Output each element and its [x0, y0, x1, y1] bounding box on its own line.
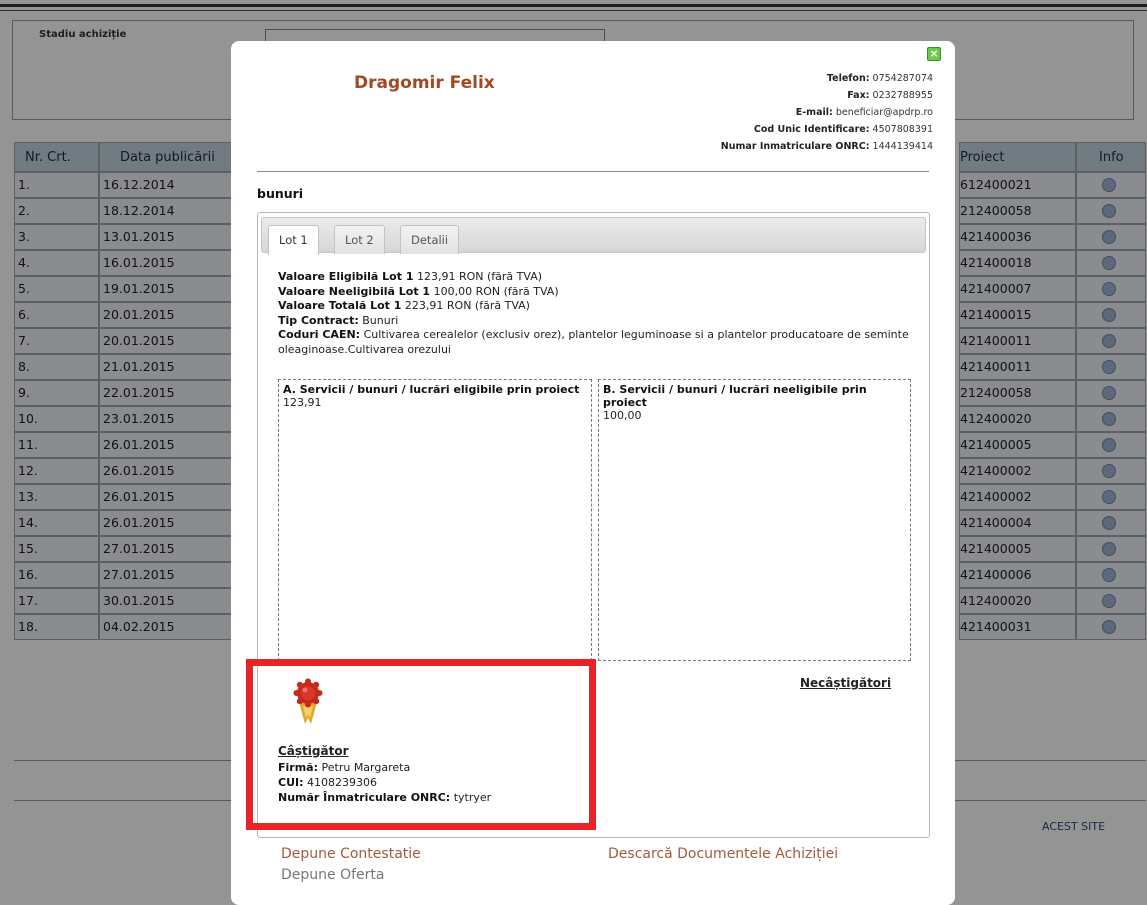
caen-label: Coduri CAEN:	[278, 328, 361, 342]
losers-link[interactable]: Necâștigători	[800, 676, 891, 690]
separator	[257, 171, 929, 172]
tab-detalii[interactable]: Detalii	[400, 225, 460, 254]
cui-label: Cod Unic Identificare:	[753, 124, 870, 135]
tab-bar: Lot 1 Lot 2 Detalii	[261, 217, 926, 255]
total-label: Valoare Totală Lot 1	[278, 299, 402, 313]
eligible-label: Valoare Eligibilă Lot 1	[278, 270, 414, 283]
onrc-label: Numar Inmatriculare ONRC:	[720, 141, 870, 152]
section-title: bunuri	[257, 186, 304, 201]
contest-link[interactable]: Depune Contestatie	[281, 846, 421, 862]
eligible-items-box: A. Servicii / bunuri / lucrări eligibile…	[278, 379, 592, 661]
fax-value: 0232788955	[872, 90, 933, 101]
neeligible-box-value: 100,00	[603, 409, 642, 422]
contract-label: Tip Contract:	[278, 313, 359, 327]
tab-lot-1[interactable]: Lot 1	[268, 225, 319, 255]
close-icon[interactable]: ×	[927, 47, 941, 61]
winner-highlight-box	[246, 659, 596, 830]
beneficiary-name: Dragomir Felix	[354, 73, 495, 93]
fax-label: Fax:	[847, 90, 870, 101]
tab-lot-2[interactable]: Lot 2	[334, 225, 385, 254]
total-value: 223,91 RON (fără TVA)	[404, 299, 530, 313]
onrc-value: 1444139414	[872, 141, 933, 152]
email-label: E-mail:	[795, 107, 833, 118]
offer-link[interactable]: Depune Oferta	[281, 867, 384, 883]
neeligible-value: 100,00 RON (fără TVA)	[433, 284, 559, 298]
download-docs-link[interactable]: Descarcă Documentele Achiziției	[608, 846, 838, 862]
email-value[interactable]: beneficiar@apdrp.ro	[836, 107, 933, 118]
neeligible-items-box: B. Servicii / bunuri / lucrări neeligibi…	[598, 379, 911, 661]
eligible-box-title: A. Servicii / bunuri / lucrări eligibile…	[283, 383, 580, 396]
eligible-value: 123,91 RON (fără TVA)	[416, 270, 543, 283]
lot-details: Valoare Eligibilă Lot 1 123,91 RON (fără…	[278, 270, 918, 358]
phone-label: Telefon:	[826, 73, 870, 84]
neeligible-label: Valoare Neeligibilă Lot 1	[278, 284, 431, 298]
eligible-box-value: 123,91	[283, 396, 322, 409]
cui-value: 4507808391	[872, 124, 933, 135]
contact-block: Telefon: 0754287074 Fax: 0232788955 E-ma…	[721, 70, 933, 155]
phone-value: 0754287074	[872, 73, 933, 84]
contract-value: Bunuri	[362, 313, 399, 327]
caen-value: Cultivarea cerealelor (exclusiv orez), p…	[278, 328, 909, 356]
neeligible-box-title: B. Servicii / bunuri / lucrări neeligibi…	[603, 383, 867, 409]
